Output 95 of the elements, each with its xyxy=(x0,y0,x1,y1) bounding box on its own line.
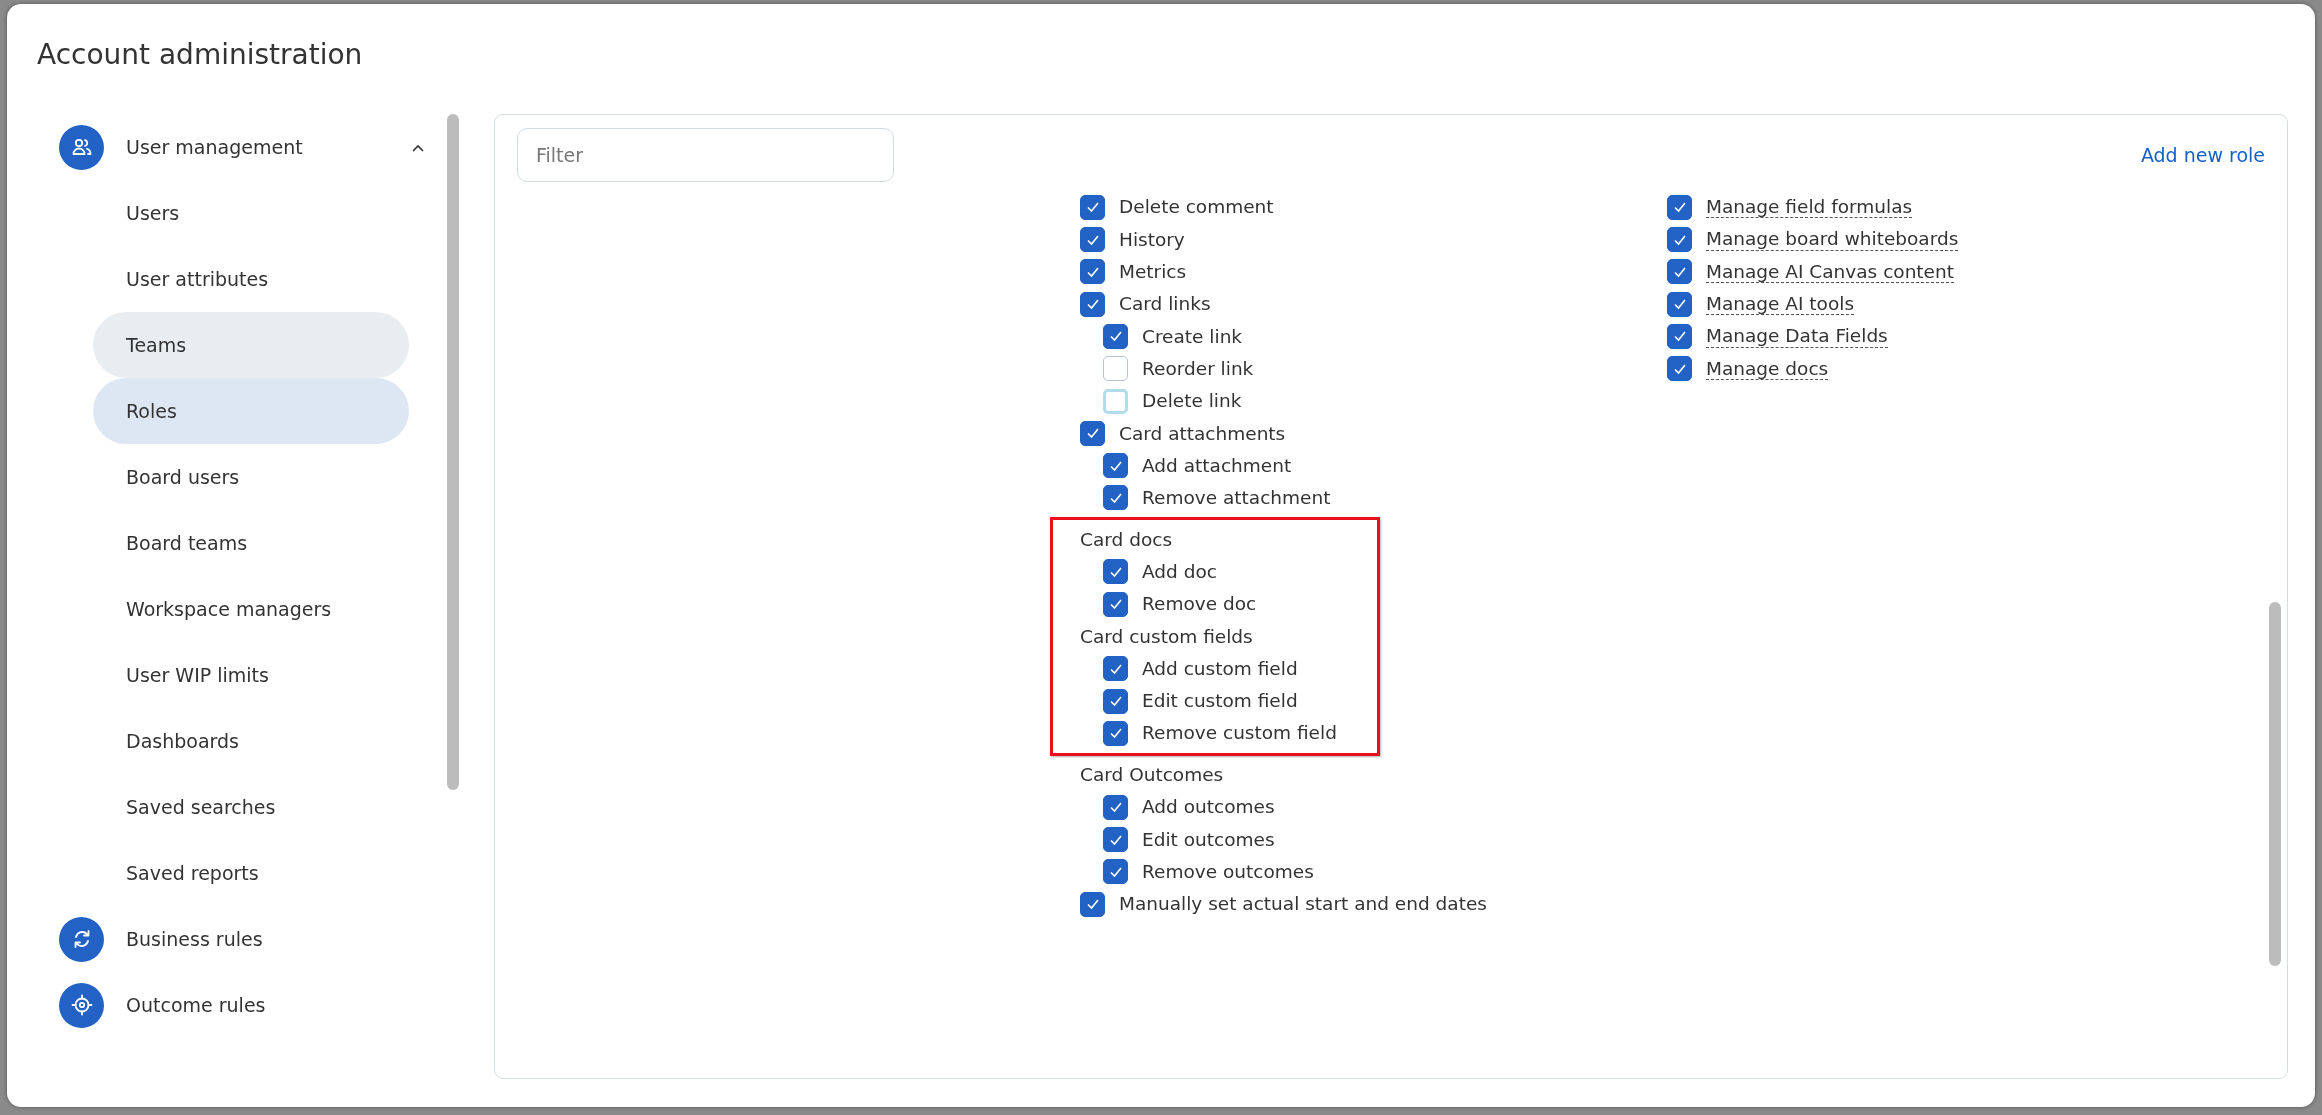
checkbox[interactable] xyxy=(1667,194,1692,220)
check-icon xyxy=(1108,801,1123,814)
checkbox-label: Remove custom field xyxy=(1142,721,1337,746)
checkbox[interactable] xyxy=(1103,485,1128,511)
check-icon xyxy=(1108,459,1123,472)
checkbox[interactable] xyxy=(1103,688,1128,714)
checkbox-label: Create link xyxy=(1142,324,1243,349)
checkbox-label: Delete link xyxy=(1142,389,1242,414)
group-heading: Card docs xyxy=(1080,527,1173,552)
checkbox[interactable] xyxy=(1103,859,1128,885)
sidebar-item[interactable]: Saved searches xyxy=(93,774,409,840)
check-icon xyxy=(1672,298,1687,311)
checkbox-label: Manage board whiteboards xyxy=(1706,228,1959,251)
add-new-role-link[interactable]: Add new role xyxy=(2140,140,2265,170)
dialog-title: Account administration xyxy=(37,37,364,73)
checkbox-label: Manually set actual start and end dates xyxy=(1119,892,1487,917)
sidebar-item[interactable]: Saved reports xyxy=(93,840,409,906)
checkbox-label: Edit outcomes xyxy=(1142,827,1275,852)
checkbox-label: Add outcomes xyxy=(1142,795,1275,820)
check-icon xyxy=(1672,233,1687,246)
sidebar-item[interactable]: User attributes xyxy=(93,246,409,312)
scrollbar-thumb[interactable] xyxy=(2269,602,2281,966)
check-icon xyxy=(1108,695,1123,708)
check-icon xyxy=(1108,330,1123,343)
check-icon xyxy=(1672,201,1687,214)
checkbox-label: Delete comment xyxy=(1119,195,1274,220)
sidebar-item[interactable]: Business rules xyxy=(59,906,447,972)
scrollbar-thumb[interactable] xyxy=(447,114,459,790)
sidebar-item[interactable]: Board users xyxy=(93,444,409,510)
target-icon xyxy=(69,993,94,1017)
checkbox[interactable] xyxy=(1667,227,1692,253)
checkbox[interactable] xyxy=(1667,291,1692,317)
checkbox[interactable] xyxy=(1667,259,1692,285)
checkbox[interactable] xyxy=(1080,420,1105,446)
check-icon xyxy=(1085,233,1100,246)
sidebar-item[interactable]: User WIP limits xyxy=(93,642,409,708)
checkbox-label: Remove doc xyxy=(1142,592,1257,617)
check-icon xyxy=(1108,662,1123,675)
checkbox-label: Remove attachment xyxy=(1142,486,1331,511)
checkbox[interactable] xyxy=(1080,194,1105,220)
sidebar-item[interactable]: Users xyxy=(93,180,409,246)
checkbox[interactable] xyxy=(1667,324,1692,349)
check-icon xyxy=(1085,898,1100,911)
checkbox[interactable] xyxy=(1667,356,1692,382)
filter-field[interactable]: Filter xyxy=(517,128,894,182)
sidebar-item[interactable]: Outcome rules xyxy=(59,972,447,1038)
checkbox[interactable] xyxy=(1103,656,1128,682)
sidebar-item[interactable]: User management xyxy=(59,114,447,180)
check-icon xyxy=(1108,727,1123,740)
checkbox-label: Add doc xyxy=(1142,560,1217,584)
checkbox-label: Manage AI Canvas content xyxy=(1706,260,1954,283)
checkbox[interactable] xyxy=(1103,591,1128,617)
checkbox[interactable] xyxy=(1103,453,1128,479)
checkbox[interactable] xyxy=(1080,227,1105,253)
check-icon xyxy=(1085,201,1100,214)
checkbox[interactable] xyxy=(1103,794,1128,820)
sidebar-item[interactable]: Teams xyxy=(93,312,409,378)
check-icon xyxy=(1672,330,1687,343)
checkbox[interactable] xyxy=(1103,559,1128,585)
checkbox[interactable] xyxy=(1103,324,1128,349)
checkbox[interactable] xyxy=(1103,720,1128,746)
checkbox[interactable] xyxy=(1103,356,1128,382)
check-icon xyxy=(1672,265,1687,278)
check-icon xyxy=(1085,265,1100,278)
checkbox-label: Manage AI tools xyxy=(1706,293,1855,316)
checkbox-label: Card attachments xyxy=(1119,421,1286,446)
sidebar-item[interactable]: Board teams xyxy=(93,510,409,576)
checkbox-label: Manage docs xyxy=(1706,357,1829,380)
checkbox[interactable] xyxy=(1080,291,1105,317)
check-icon xyxy=(1672,362,1687,375)
check-icon xyxy=(1108,565,1123,578)
group-heading: Card Outcomes xyxy=(1080,763,1224,788)
checkbox-label: Card links xyxy=(1119,292,1211,317)
checkbox-label: Add attachment xyxy=(1142,453,1292,478)
checkbox-label: Edit custom field xyxy=(1142,689,1298,714)
checkbox[interactable] xyxy=(1080,891,1105,917)
checkbox-label: Manage field formulas xyxy=(1706,196,1913,219)
check-icon xyxy=(1085,427,1100,440)
check-icon xyxy=(1108,491,1123,504)
check-icon xyxy=(1108,598,1123,611)
check-icon xyxy=(1108,865,1123,878)
sidebar-item[interactable]: Dashboards xyxy=(93,708,409,774)
group-heading: Card custom fields xyxy=(1080,624,1253,649)
sidebar-item[interactable]: Workspace managers xyxy=(93,576,409,642)
check-icon xyxy=(1085,298,1100,311)
checkbox-label: Metrics xyxy=(1119,260,1187,284)
check-icon xyxy=(1108,833,1123,846)
checkbox[interactable] xyxy=(1103,827,1128,853)
checkbox-label: Manage Data Fields xyxy=(1706,325,1888,348)
checkbox-label: Reorder link xyxy=(1142,356,1254,381)
sidebar-item[interactable]: Roles xyxy=(93,378,409,444)
checkbox-label: Remove outcomes xyxy=(1142,859,1314,884)
checkbox[interactable] xyxy=(1080,259,1105,285)
checkbox-label: Add custom field xyxy=(1142,656,1298,681)
checkbox-label: History xyxy=(1119,227,1185,252)
